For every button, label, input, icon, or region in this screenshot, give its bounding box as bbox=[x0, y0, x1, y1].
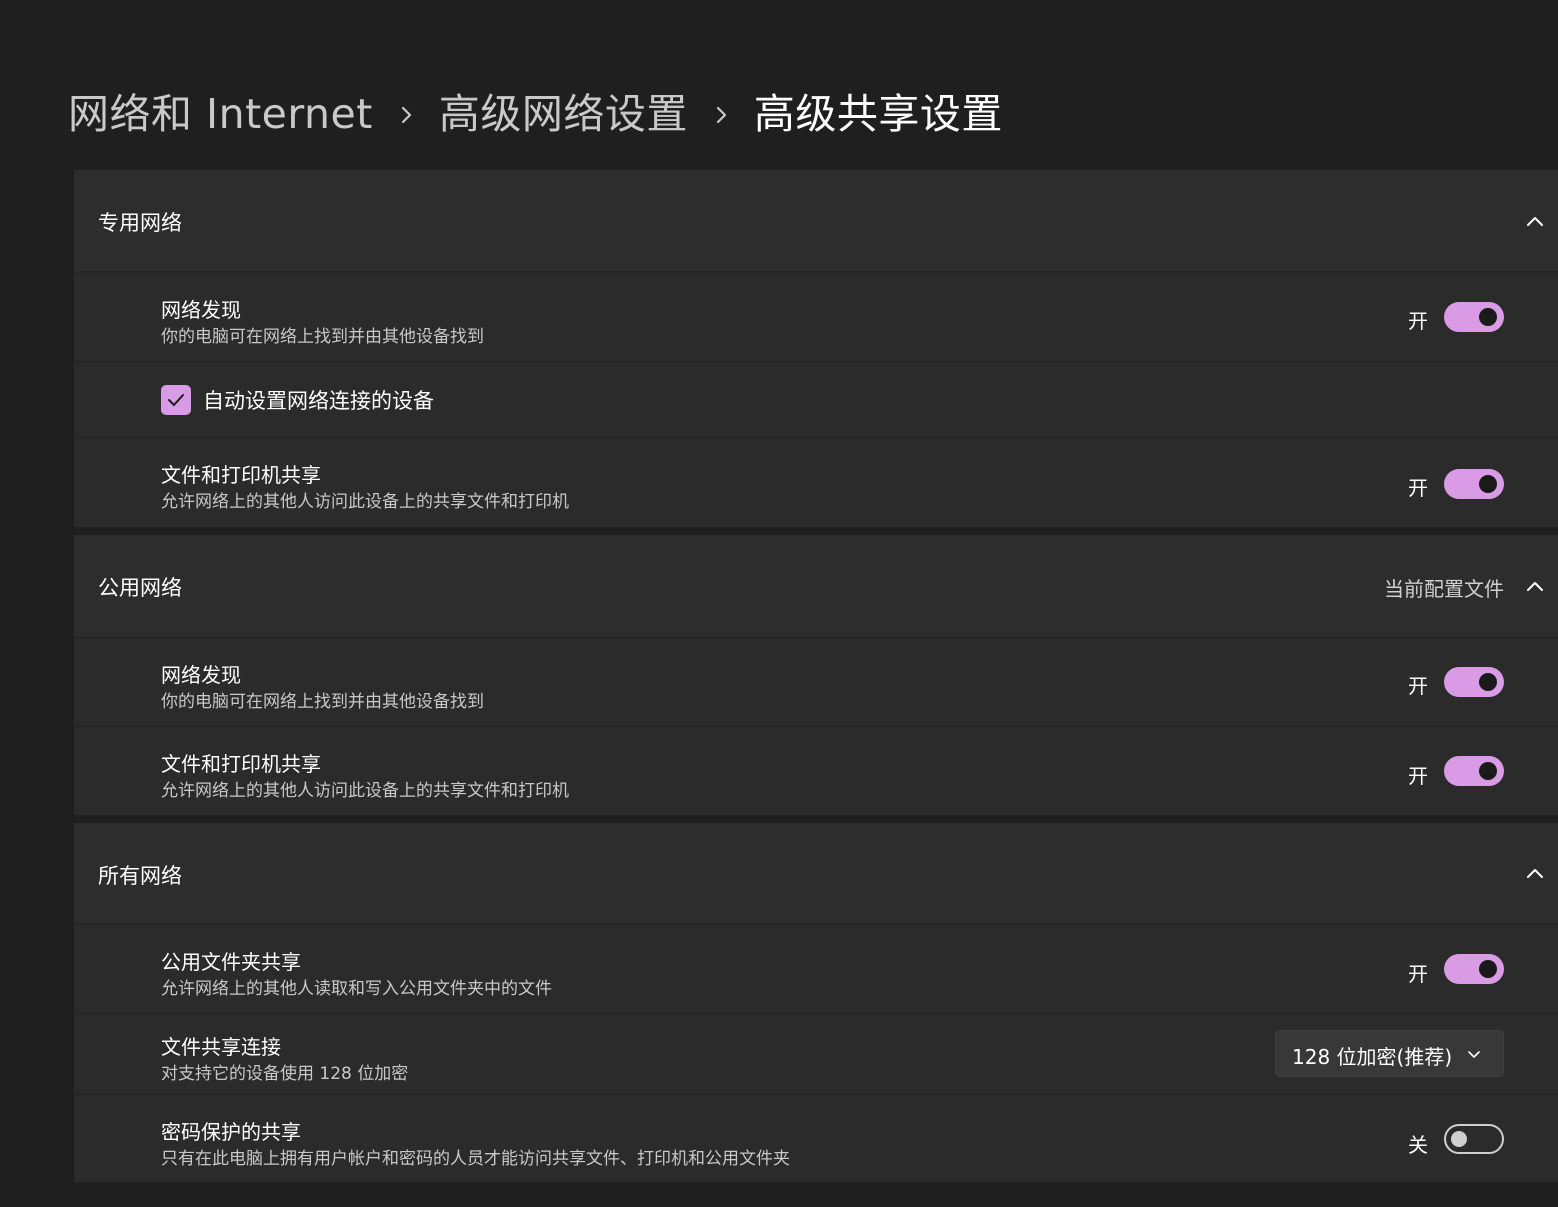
public-folder-sharing-row: 公用文件夹共享 允许网络上的其他人读取和写入公用文件夹中的文件 开 bbox=[74, 926, 1558, 1012]
all-networks-section: 所有网络 公用文件夹共享 允许网络上的其他人读取和写入公用文件夹中的文件 开 文… bbox=[74, 823, 1558, 1182]
current-profile-badge: 当前配置文件 bbox=[1384, 577, 1504, 601]
setting-title: 文件和打印机共享 bbox=[161, 752, 321, 776]
chevron-up-icon[interactable] bbox=[1526, 867, 1544, 879]
file-printer-sharing-toggle[interactable] bbox=[1444, 469, 1504, 499]
section-title: 公用网络 bbox=[98, 576, 182, 600]
public-network-header[interactable]: 公用网络 当前配置文件 bbox=[74, 535, 1558, 636]
private-network-section: 专用网络 网络发现 你的电脑可在网络上找到并由其他设备找到 开 自动设置网络连接… bbox=[74, 170, 1558, 527]
setting-description: 允许网络上的其他人访问此设备上的共享文件和打印机 bbox=[161, 492, 569, 512]
toggle-state-label: 开 bbox=[1408, 674, 1428, 698]
network-discovery-toggle[interactable] bbox=[1444, 667, 1504, 697]
auto-setup-checkbox[interactable] bbox=[161, 385, 191, 415]
password-protected-sharing-row: 密码保护的共享 只有在此电脑上拥有用户帐户和密码的人员才能访问共享文件、打印机和… bbox=[74, 1096, 1558, 1182]
file-sharing-connections-row: 文件共享连接 对支持它的设备使用 128 位加密 128 位加密(推荐) bbox=[74, 1015, 1558, 1093]
setting-description: 允许网络上的其他人读取和写入公用文件夹中的文件 bbox=[161, 979, 552, 999]
toggle-knob bbox=[1479, 960, 1497, 978]
breadcrumb-advanced-network-settings[interactable]: 高级网络设置 bbox=[439, 84, 688, 144]
public-folder-sharing-toggle[interactable] bbox=[1444, 954, 1504, 984]
setting-description: 对支持它的设备使用 128 位加密 bbox=[161, 1064, 409, 1084]
toggle-knob bbox=[1479, 673, 1497, 691]
page-title: 高级共享设置 bbox=[753, 90, 1003, 138]
chevron-up-icon[interactable] bbox=[1526, 580, 1544, 592]
toggle-state-label: 开 bbox=[1408, 962, 1428, 986]
auto-setup-label[interactable]: 自动设置网络连接的设备 bbox=[203, 385, 434, 415]
toggle-knob bbox=[1479, 475, 1497, 493]
setting-title: 文件和打印机共享 bbox=[161, 463, 321, 487]
chevron-up-icon[interactable] bbox=[1526, 215, 1544, 227]
chevron-right-icon bbox=[401, 84, 413, 144]
section-title: 专用网络 bbox=[98, 211, 182, 235]
auto-setup-row: 自动设置网络连接的设备 bbox=[74, 363, 1558, 436]
private-network-discovery-row: 网络发现 你的电脑可在网络上找到并由其他设备找到 开 bbox=[74, 274, 1558, 360]
setting-title: 文件共享连接 bbox=[161, 1035, 281, 1059]
password-protected-sharing-toggle[interactable] bbox=[1444, 1124, 1504, 1154]
chevron-right-icon bbox=[716, 84, 728, 144]
setting-title: 公用文件夹共享 bbox=[161, 950, 301, 974]
setting-description: 只有在此电脑上拥有用户帐户和密码的人员才能访问共享文件、打印机和公用文件夹 bbox=[161, 1149, 790, 1169]
setting-title: 网络发现 bbox=[161, 663, 241, 687]
encryption-dropdown[interactable]: 128 位加密(推荐) bbox=[1275, 1030, 1504, 1077]
settings-page: 网络和 Internet 高级网络设置 高级共享设置 专用网络 网络发现 你的电… bbox=[0, 0, 1558, 1207]
setting-title: 网络发现 bbox=[161, 298, 241, 322]
toggle-state-label: 开 bbox=[1408, 476, 1428, 500]
public-file-printer-sharing-row: 文件和打印机共享 允许网络上的其他人访问此设备上的共享文件和打印机 开 bbox=[74, 728, 1558, 815]
setting-description: 你的电脑可在网络上找到并由其他设备找到 bbox=[161, 692, 484, 712]
toggle-state-label: 开 bbox=[1408, 764, 1428, 788]
breadcrumb-network-internet[interactable]: 网络和 Internet bbox=[68, 84, 373, 144]
toggle-knob bbox=[1479, 762, 1497, 780]
all-networks-header[interactable]: 所有网络 bbox=[74, 823, 1558, 923]
toggle-knob bbox=[1451, 1131, 1467, 1147]
breadcrumb: 网络和 Internet 高级网络设置 高级共享设置 bbox=[68, 84, 1003, 144]
chevron-down-icon bbox=[1468, 1051, 1480, 1058]
setting-description: 你的电脑可在网络上找到并由其他设备找到 bbox=[161, 327, 484, 347]
checkmark-icon bbox=[168, 394, 184, 406]
dropdown-selected-value: 128 位加密(推荐) bbox=[1292, 1045, 1453, 1069]
public-network-section: 公用网络 当前配置文件 网络发现 你的电脑可在网络上找到并由其他设备找到 开 文… bbox=[74, 535, 1558, 815]
toggle-knob bbox=[1479, 308, 1497, 326]
private-network-header[interactable]: 专用网络 bbox=[74, 170, 1558, 271]
toggle-state-label: 开 bbox=[1408, 309, 1428, 333]
setting-title: 密码保护的共享 bbox=[161, 1120, 301, 1144]
network-discovery-toggle[interactable] bbox=[1444, 302, 1504, 332]
toggle-state-label: 关 bbox=[1408, 1133, 1428, 1157]
public-network-discovery-row: 网络发现 你的电脑可在网络上找到并由其他设备找到 开 bbox=[74, 639, 1558, 725]
file-printer-sharing-toggle[interactable] bbox=[1444, 756, 1504, 786]
section-title: 所有网络 bbox=[98, 864, 182, 888]
private-file-printer-sharing-row: 文件和打印机共享 允许网络上的其他人访问此设备上的共享文件和打印机 开 bbox=[74, 439, 1558, 527]
setting-description: 允许网络上的其他人访问此设备上的共享文件和打印机 bbox=[161, 781, 569, 801]
